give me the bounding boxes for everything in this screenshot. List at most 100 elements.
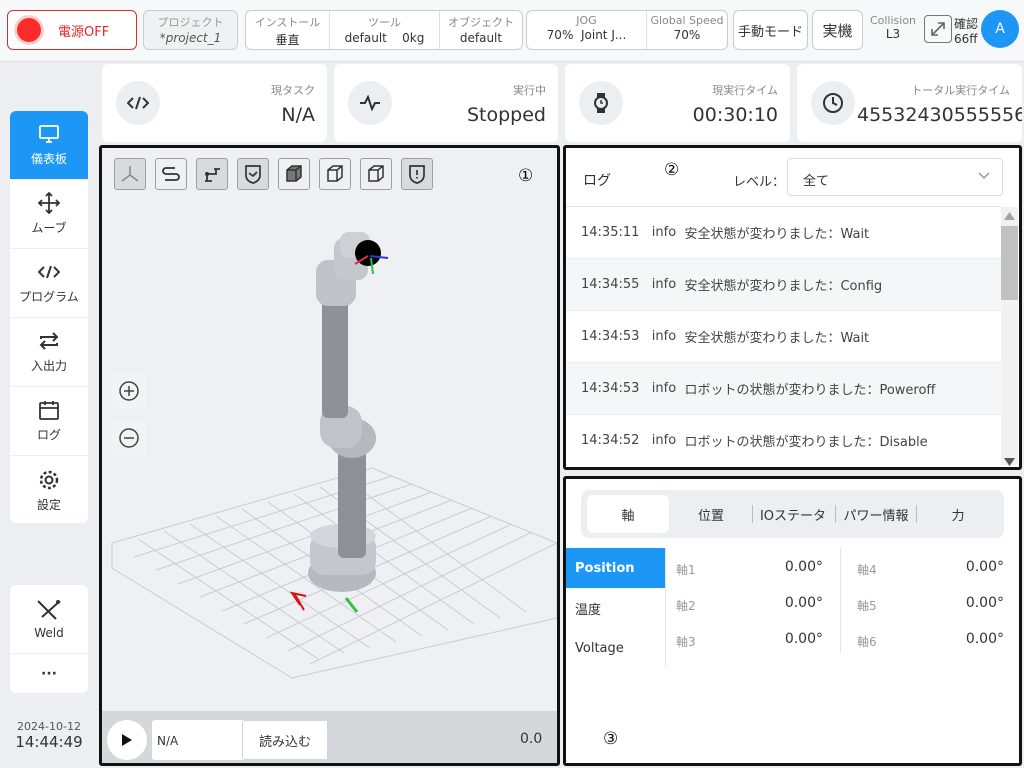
- sidebar-item-label: ムーブ: [31, 221, 67, 235]
- sidebar-item-label: 入出力: [30, 359, 67, 373]
- joint-value: 0.00°: [784, 595, 823, 611]
- jog-mode: Joint J...: [580, 28, 627, 42]
- tab-position[interactable]: 位置: [672, 495, 750, 533]
- log-row[interactable]: 14:35:11 info 安全状態が変わりました：Wait: [566, 207, 1001, 259]
- scroll-down-icon[interactable]: [1004, 458, 1015, 466]
- axes-icon: [121, 166, 139, 182]
- exchange-icon: [38, 330, 60, 352]
- jog-cell[interactable]: JOG 70% Joint J...: [527, 11, 647, 49]
- view-robot-button[interactable]: [196, 158, 228, 190]
- robot-arm-icon: [205, 168, 220, 182]
- confirm-value: 66ff: [954, 32, 978, 46]
- tool-cell[interactable]: ツール default 0kg: [330, 11, 440, 49]
- power-indicator-icon: [17, 18, 41, 42]
- log-row[interactable]: 14:34:53 info 安全状態が変わりました：Wait: [566, 311, 1001, 363]
- sidebar-item-label: ログ: [36, 428, 61, 442]
- current-run-time-title: 現実行タイム: [712, 84, 778, 97]
- subtab-temperature[interactable]: 温度: [566, 588, 665, 628]
- sidebar-item-weld[interactable]: Weld: [10, 585, 88, 654]
- load-button[interactable]: 読み込む: [242, 720, 328, 760]
- speed-value: 70%: [673, 28, 701, 42]
- zoom-in-button[interactable]: [112, 374, 146, 408]
- tool-weight: 0kg: [402, 31, 425, 45]
- jog-values: 70% Joint J...: [527, 28, 646, 42]
- shield-icon: [245, 165, 261, 184]
- tab-io-status[interactable]: IOステータ: [753, 495, 833, 533]
- sidebar-item-dashboard[interactable]: 儀表板: [10, 111, 88, 180]
- joint-label: 軸2: [676, 599, 696, 613]
- date-label: 2024-10-12: [17, 720, 81, 733]
- project-value: *project_1: [159, 31, 222, 45]
- subtab-position[interactable]: Position: [566, 548, 665, 588]
- run-state-card: 実行中 Stopped: [334, 64, 558, 142]
- monitor-icon: [39, 123, 59, 145]
- sidebar-item-io[interactable]: 入出力: [10, 318, 88, 387]
- log-row[interactable]: 14:34:55 info 安全状態が変わりました：Config: [566, 259, 1001, 311]
- tab-axis[interactable]: 軸: [587, 495, 669, 533]
- more-button[interactable]: ···: [10, 654, 88, 693]
- move-icon: [38, 192, 60, 214]
- real-machine-button[interactable]: 実機: [812, 10, 863, 50]
- sidebar-item-log[interactable]: ログ: [10, 387, 88, 456]
- user-avatar[interactable]: A: [981, 10, 1019, 48]
- joint-label: 軸1: [676, 563, 696, 577]
- log-scrollbar-thumb[interactable]: [1001, 226, 1018, 300]
- collision-level[interactable]: Collision L3: [866, 14, 920, 41]
- expand-icon[interactable]: [924, 15, 952, 43]
- watch-icon: [579, 81, 623, 125]
- joint-value: 0.00°: [784, 559, 823, 575]
- log-title: ログ: [583, 173, 611, 189]
- joint-value: 0.00°: [965, 595, 1004, 611]
- manual-mode-button[interactable]: 手動モード: [733, 10, 808, 50]
- sidebar-item-settings[interactable]: 設定: [10, 456, 88, 523]
- log-time: 14:34:53: [581, 381, 640, 396]
- play-button[interactable]: [107, 720, 147, 760]
- install-tool-object-group[interactable]: インストール 垂直 ツール default 0kg オブジェクト default: [245, 10, 523, 50]
- calendar-icon: [39, 399, 59, 421]
- view-path-button[interactable]: [155, 158, 187, 190]
- log-message: 安全状態が変わりました：Wait: [684, 331, 870, 346]
- current-task-value: N/A: [281, 104, 315, 126]
- status-marker: ③: [603, 729, 619, 749]
- jog-title: JOG: [576, 14, 597, 27]
- log-level: info: [651, 277, 677, 292]
- tab-force[interactable]: 力: [917, 495, 999, 533]
- log-time: 14:34:52: [581, 432, 640, 448]
- log-message: ロボットの状態が変わりました：Disable: [684, 434, 928, 450]
- log-row[interactable]: 14:34:53 info ロボットの状態が変わりました：Poweroff: [566, 363, 1001, 415]
- view-warning-button[interactable]: [401, 158, 433, 190]
- robot-3d-scene[interactable]: [102, 148, 557, 710]
- project-selector[interactable]: プロジェクト *project_1: [143, 10, 238, 50]
- weld-icon: [36, 599, 62, 621]
- sidebar-item-label: プログラム: [19, 290, 79, 304]
- log-time: 14:35:11: [581, 225, 640, 240]
- zoom-out-button[interactable]: [112, 421, 146, 455]
- jog-speed-group[interactable]: JOG 70% Joint J... Global Speed 70%: [526, 10, 728, 50]
- tab-power-info[interactable]: パワー情報: [836, 495, 916, 533]
- sidebar-item-label: 設定: [36, 497, 61, 512]
- view-cube-top-button[interactable]: [360, 158, 392, 190]
- joint-label: 軸5: [857, 599, 877, 613]
- confirm-title: 確認: [954, 17, 979, 31]
- power-button[interactable]: 電源OFF: [7, 10, 137, 50]
- total-run-time-value: 45532430555556:0: [857, 104, 1022, 126]
- view-axes-button[interactable]: [114, 158, 146, 190]
- run-state-title: 実行中: [513, 84, 546, 97]
- scroll-up-icon[interactable]: [1004, 212, 1015, 220]
- speed-cell[interactable]: Global Speed 70%: [647, 11, 727, 49]
- log-row[interactable]: 14:34:52 info ロボットの状態が変わりました：Disable: [566, 415, 1001, 465]
- code-icon: [116, 81, 160, 125]
- confirm-status[interactable]: 確認 66ff: [954, 15, 982, 46]
- object-cell[interactable]: オブジェクト default: [440, 11, 522, 49]
- install-cell[interactable]: インストール 垂直: [246, 11, 330, 49]
- subtab-voltage[interactable]: Voltage: [566, 628, 665, 668]
- chevron-down-icon: [978, 172, 990, 180]
- view-cube-side-button[interactable]: [319, 158, 351, 190]
- view-cube-front-button[interactable]: [278, 158, 310, 190]
- sidebar-item-move[interactable]: ムーブ: [10, 180, 88, 249]
- view-safety-button[interactable]: [237, 158, 269, 190]
- speed-title: Global Speed: [650, 14, 724, 27]
- log-time: 14:34:53: [581, 329, 640, 344]
- sidebar-item-program[interactable]: プログラム: [10, 249, 88, 318]
- clock-icon: [811, 81, 855, 125]
